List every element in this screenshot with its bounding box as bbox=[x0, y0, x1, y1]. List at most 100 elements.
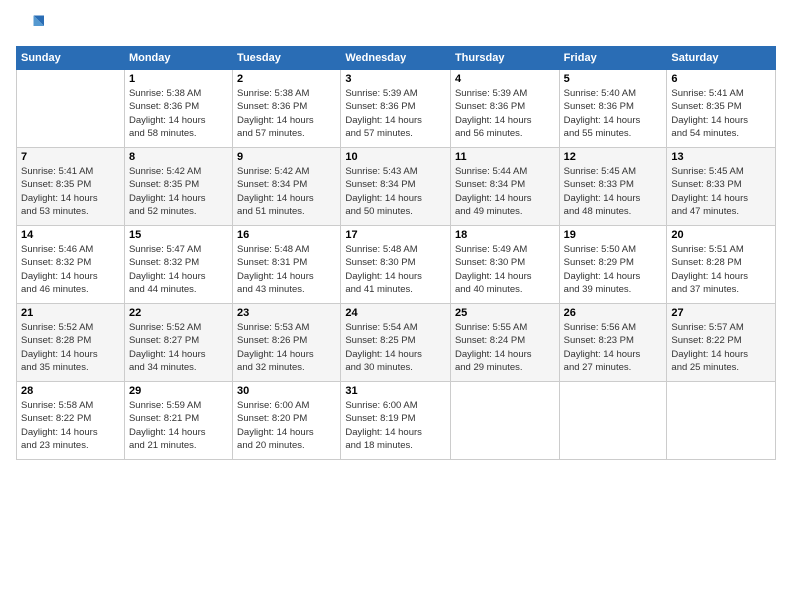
calendar-header-row: SundayMondayTuesdayWednesdayThursdayFrid… bbox=[17, 47, 776, 70]
calendar-day-header: Tuesday bbox=[233, 47, 341, 70]
calendar-day-header: Friday bbox=[559, 47, 667, 70]
day-info: Sunrise: 5:48 AM Sunset: 8:31 PM Dayligh… bbox=[237, 243, 336, 296]
calendar-cell: 6Sunrise: 5:41 AM Sunset: 8:35 PM Daylig… bbox=[667, 70, 776, 148]
calendar-cell: 7 Sunrise: 5:41 AM Sunset: 8:35 PM Daylig… bbox=[17, 148, 125, 226]
calendar-cell bbox=[450, 382, 559, 460]
calendar-cell: 22Sunrise: 5:52 AM Sunset: 8:27 PM Dayli… bbox=[124, 304, 232, 382]
calendar-week-row: 28 Sunrise: 5:58 AM Sunset: 8:22 PM Dayli… bbox=[17, 382, 776, 460]
day-info: Sunrise: 5:39 AM Sunset: 8:36 PM Dayligh… bbox=[345, 87, 446, 140]
day-info: Sunrise: 5:59 AM Sunset: 8:21 PM Dayligh… bbox=[129, 399, 228, 452]
calendar-cell: 2Sunrise: 5:38 AM Sunset: 8:36 PM Daylig… bbox=[233, 70, 341, 148]
day-info: Sunrise: 5:49 AM Sunset: 8:30 PM Dayligh… bbox=[455, 243, 555, 296]
day-number: 28 bbox=[21, 385, 120, 397]
calendar-cell: 25Sunrise: 5:55 AM Sunset: 8:24 PM Dayli… bbox=[450, 304, 559, 382]
calendar-cell: 24 Sunrise: 5:54 AM Sunset: 8:25 PM Dayli… bbox=[341, 304, 451, 382]
calendar-cell: 20 Sunrise: 5:51 AM Sunset: 8:28 PM Dayli… bbox=[667, 226, 776, 304]
day-info: Sunrise: 5:41 AM Sunset: 8:35 PM Dayligh… bbox=[671, 87, 771, 140]
day-info: Sunrise: 5:44 AM Sunset: 8:34 PM Dayligh… bbox=[455, 165, 555, 218]
page: SundayMondayTuesdayWednesdayThursdayFrid… bbox=[0, 0, 792, 612]
day-info: Sunrise: 5:53 AM Sunset: 8:26 PM Dayligh… bbox=[237, 321, 336, 374]
day-number: 27 bbox=[671, 307, 771, 319]
day-info: Sunrise: 5:58 AM Sunset: 8:22 PM Dayligh… bbox=[21, 399, 120, 452]
day-number: 26 bbox=[564, 307, 663, 319]
day-info: Sunrise: 5:46 AM Sunset: 8:32 PM Dayligh… bbox=[21, 243, 120, 296]
calendar-week-row: 1 Sunrise: 5:38 AM Sunset: 8:36 PM Daylig… bbox=[17, 70, 776, 148]
day-info: Sunrise: 5:52 AM Sunset: 8:27 PM Dayligh… bbox=[129, 321, 228, 374]
day-info: Sunrise: 5:48 AM Sunset: 8:30 PM Dayligh… bbox=[345, 243, 446, 296]
day-number: 13 bbox=[671, 151, 771, 163]
day-info: Sunrise: 5:54 AM Sunset: 8:25 PM Dayligh… bbox=[345, 321, 446, 374]
day-info: Sunrise: 5:38 AM Sunset: 8:36 PM Dayligh… bbox=[129, 87, 228, 140]
calendar-day-header: Wednesday bbox=[341, 47, 451, 70]
calendar-cell: 12Sunrise: 5:45 AM Sunset: 8:33 PM Dayli… bbox=[559, 148, 667, 226]
calendar-cell: 29 Sunrise: 5:59 AM Sunset: 8:21 PM Dayli… bbox=[124, 382, 232, 460]
day-number: 3 bbox=[345, 73, 446, 85]
calendar-cell: 15 Sunrise: 5:47 AM Sunset: 8:32 PM Dayli… bbox=[124, 226, 232, 304]
day-number: 2 bbox=[237, 73, 336, 85]
calendar-cell bbox=[667, 382, 776, 460]
calendar-cell: 27 Sunrise: 5:57 AM Sunset: 8:22 PM Dayli… bbox=[667, 304, 776, 382]
day-number: 29 bbox=[129, 385, 228, 397]
calendar-cell: 17 Sunrise: 5:48 AM Sunset: 8:30 PM Dayli… bbox=[341, 226, 451, 304]
calendar-cell: 26 Sunrise: 5:56 AM Sunset: 8:23 PM Dayli… bbox=[559, 304, 667, 382]
calendar-cell: 31Sunrise: 6:00 AM Sunset: 8:19 PM Dayli… bbox=[341, 382, 451, 460]
day-number: 25 bbox=[455, 307, 555, 319]
day-number: 14 bbox=[21, 229, 120, 241]
calendar-week-row: 14 Sunrise: 5:46 AM Sunset: 8:32 PM Dayli… bbox=[17, 226, 776, 304]
calendar-cell: 8Sunrise: 5:42 AM Sunset: 8:35 PM Daylig… bbox=[124, 148, 232, 226]
day-info: Sunrise: 6:00 AM Sunset: 8:20 PM Dayligh… bbox=[237, 399, 336, 452]
day-info: Sunrise: 6:00 AM Sunset: 8:19 PM Dayligh… bbox=[345, 399, 446, 452]
day-number: 4 bbox=[455, 73, 555, 85]
calendar-cell: 18 Sunrise: 5:49 AM Sunset: 8:30 PM Dayli… bbox=[450, 226, 559, 304]
day-number: 16 bbox=[237, 229, 336, 241]
day-info: Sunrise: 5:45 AM Sunset: 8:33 PM Dayligh… bbox=[671, 165, 771, 218]
day-info: Sunrise: 5:57 AM Sunset: 8:22 PM Dayligh… bbox=[671, 321, 771, 374]
calendar-cell: 28 Sunrise: 5:58 AM Sunset: 8:22 PM Dayli… bbox=[17, 382, 125, 460]
day-info: Sunrise: 5:56 AM Sunset: 8:23 PM Dayligh… bbox=[564, 321, 663, 374]
header bbox=[16, 12, 776, 40]
logo-icon bbox=[16, 12, 44, 40]
calendar-cell: 13 Sunrise: 5:45 AM Sunset: 8:33 PM Dayli… bbox=[667, 148, 776, 226]
day-number: 5 bbox=[564, 73, 663, 85]
day-number: 24 bbox=[345, 307, 446, 319]
day-number: 8 bbox=[129, 151, 228, 163]
calendar-cell: 14 Sunrise: 5:46 AM Sunset: 8:32 PM Dayli… bbox=[17, 226, 125, 304]
day-number: 19 bbox=[564, 229, 663, 241]
calendar-cell: 16 Sunrise: 5:48 AM Sunset: 8:31 PM Dayli… bbox=[233, 226, 341, 304]
day-number: 30 bbox=[237, 385, 336, 397]
calendar-cell: 10 Sunrise: 5:43 AM Sunset: 8:34 PM Dayli… bbox=[341, 148, 451, 226]
day-number: 20 bbox=[671, 229, 771, 241]
day-info: Sunrise: 5:51 AM Sunset: 8:28 PM Dayligh… bbox=[671, 243, 771, 296]
calendar-table: SundayMondayTuesdayWednesdayThursdayFrid… bbox=[16, 46, 776, 460]
calendar-cell: 4 Sunrise: 5:39 AM Sunset: 8:36 PM Daylig… bbox=[450, 70, 559, 148]
day-info: Sunrise: 5:39 AM Sunset: 8:36 PM Dayligh… bbox=[455, 87, 555, 140]
day-info: Sunrise: 5:40 AM Sunset: 8:36 PM Dayligh… bbox=[564, 87, 663, 140]
day-info: Sunrise: 5:41 AM Sunset: 8:35 PM Dayligh… bbox=[21, 165, 120, 218]
day-number: 15 bbox=[129, 229, 228, 241]
calendar-week-row: 21Sunrise: 5:52 AM Sunset: 8:28 PM Dayli… bbox=[17, 304, 776, 382]
calendar-cell: 3 Sunrise: 5:39 AM Sunset: 8:36 PM Daylig… bbox=[341, 70, 451, 148]
calendar-cell: 19 Sunrise: 5:50 AM Sunset: 8:29 PM Dayli… bbox=[559, 226, 667, 304]
day-number: 12 bbox=[564, 151, 663, 163]
calendar-cell: 9Sunrise: 5:42 AM Sunset: 8:34 PM Daylig… bbox=[233, 148, 341, 226]
day-info: Sunrise: 5:43 AM Sunset: 8:34 PM Dayligh… bbox=[345, 165, 446, 218]
calendar-day-header: Thursday bbox=[450, 47, 559, 70]
calendar-cell: 23Sunrise: 5:53 AM Sunset: 8:26 PM Dayli… bbox=[233, 304, 341, 382]
day-number: 7 bbox=[21, 151, 120, 163]
day-number: 17 bbox=[345, 229, 446, 241]
day-number: 21 bbox=[21, 307, 120, 319]
calendar-cell: 11 Sunrise: 5:44 AM Sunset: 8:34 PM Dayli… bbox=[450, 148, 559, 226]
day-info: Sunrise: 5:50 AM Sunset: 8:29 PM Dayligh… bbox=[564, 243, 663, 296]
day-number: 1 bbox=[129, 73, 228, 85]
calendar-cell: 1 Sunrise: 5:38 AM Sunset: 8:36 PM Daylig… bbox=[124, 70, 232, 148]
calendar-day-header: Monday bbox=[124, 47, 232, 70]
day-number: 11 bbox=[455, 151, 555, 163]
calendar-cell bbox=[17, 70, 125, 148]
day-info: Sunrise: 5:47 AM Sunset: 8:32 PM Dayligh… bbox=[129, 243, 228, 296]
calendar-day-header: Saturday bbox=[667, 47, 776, 70]
day-number: 18 bbox=[455, 229, 555, 241]
calendar-week-row: 7 Sunrise: 5:41 AM Sunset: 8:35 PM Daylig… bbox=[17, 148, 776, 226]
day-number: 10 bbox=[345, 151, 446, 163]
calendar-cell: 21Sunrise: 5:52 AM Sunset: 8:28 PM Dayli… bbox=[17, 304, 125, 382]
calendar-cell: 30 Sunrise: 6:00 AM Sunset: 8:20 PM Dayli… bbox=[233, 382, 341, 460]
